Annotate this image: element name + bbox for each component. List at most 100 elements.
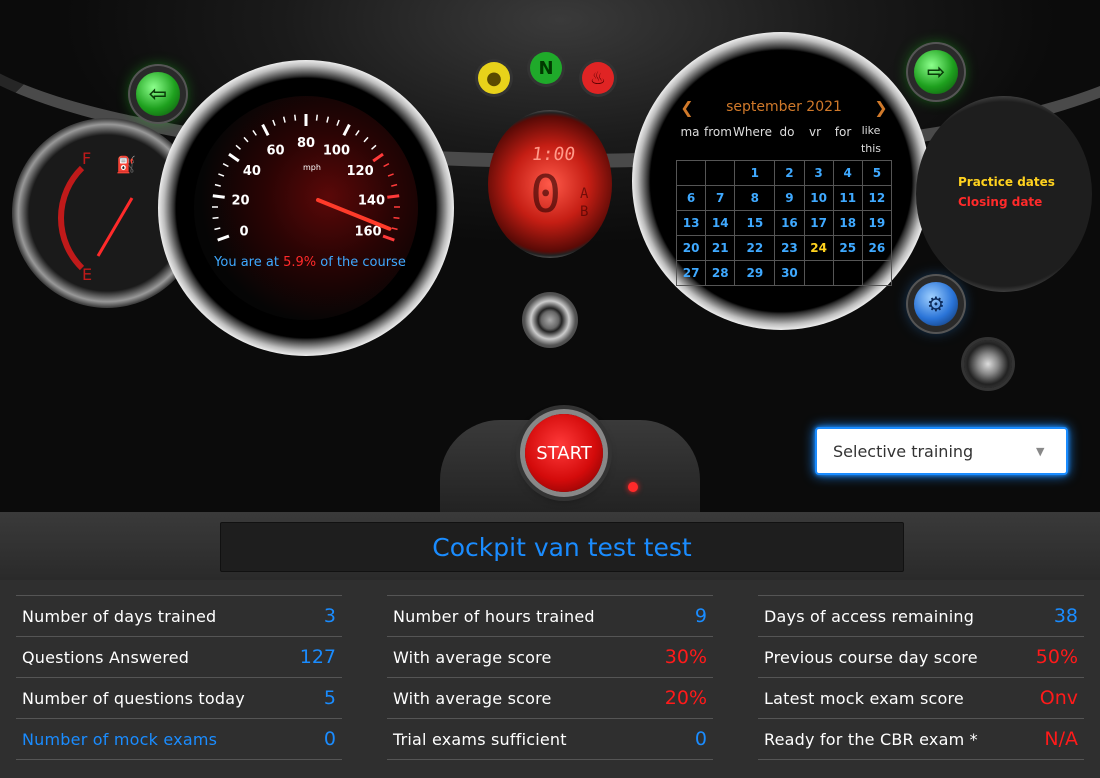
calendar-day[interactable]: 28 bbox=[705, 260, 736, 286]
stat-value: Onv bbox=[1039, 687, 1078, 709]
calendar-week: 12345 bbox=[675, 160, 893, 186]
speedometer-tick-label: 120 bbox=[346, 164, 373, 179]
calendar-day[interactable]: 7 bbox=[705, 185, 736, 211]
stat-row: Latest mock exam score Onv bbox=[758, 677, 1084, 718]
speedometer-tick bbox=[217, 234, 230, 242]
weekday-label: from bbox=[704, 125, 732, 139]
stat-value: 20% bbox=[664, 687, 707, 709]
calendar-day[interactable]: 9 bbox=[774, 185, 805, 211]
neutral-label: N bbox=[538, 57, 554, 79]
stat-row: Questions Answered 127 bbox=[16, 636, 342, 677]
training-type-value: Selective training bbox=[833, 441, 974, 461]
speedometer-tick-label: 140 bbox=[358, 193, 385, 208]
calendar-week: 6 7 8 9 10 11 12 bbox=[675, 185, 893, 211]
calendar-day[interactable]: 18 bbox=[832, 210, 863, 236]
speedometer-tick bbox=[363, 136, 369, 143]
stat-row: Previous course day score 50% bbox=[758, 636, 1084, 677]
calendar-day[interactable]: 14 bbox=[705, 210, 736, 236]
speedometer-tick bbox=[212, 194, 225, 199]
calendar-day[interactable]: 30 bbox=[774, 260, 805, 286]
speedometer-tick-label: 20 bbox=[232, 193, 250, 208]
calendar-day[interactable]: 22 bbox=[734, 235, 776, 261]
neutral-indicator-icon: N bbox=[530, 52, 562, 84]
calendar-day[interactable]: 6 bbox=[675, 185, 707, 211]
calendar-month-label: september 2021 bbox=[726, 99, 842, 115]
calendar-day[interactable]: 24 bbox=[803, 235, 834, 261]
calendar-empty-cell bbox=[861, 260, 893, 286]
calendar-day[interactable]: 17 bbox=[803, 210, 834, 236]
speedometer-face: 0 20 40 60 80 100 120 140 160 mph bbox=[194, 96, 418, 320]
speedometer-tick bbox=[393, 216, 400, 219]
speedometer-tick-label: 100 bbox=[323, 143, 350, 158]
calendar-day[interactable]: 13 bbox=[675, 210, 707, 236]
calendar-day[interactable]: 4 bbox=[832, 160, 863, 186]
weekday-label: do bbox=[779, 125, 795, 139]
calendar-day[interactable]: 16 bbox=[774, 210, 805, 236]
calendar-day[interactable]: 20 bbox=[675, 235, 707, 261]
calendar-day[interactable]: 21 bbox=[705, 235, 736, 261]
speedometer-tick bbox=[214, 227, 221, 231]
calendar-day[interactable]: 25 bbox=[832, 235, 863, 261]
svg-text:1:00: 1:00 bbox=[530, 144, 576, 165]
gear-display-lcd: 1:00 0 A B bbox=[530, 144, 589, 225]
calendar-day[interactable]: 10 bbox=[803, 185, 834, 211]
speedometer-tick bbox=[315, 114, 318, 121]
stat-value: 50% bbox=[1035, 646, 1078, 668]
start-button[interactable]: START bbox=[525, 414, 603, 492]
calendar-day[interactable]: 27 bbox=[675, 260, 707, 286]
speedometer-tick bbox=[355, 129, 360, 136]
weekday-label: like this bbox=[860, 124, 882, 155]
stat-label: With average score bbox=[393, 647, 552, 667]
back-arrow-icon[interactable]: ⇦ bbox=[136, 72, 180, 116]
oil-warning-icon: ♨ bbox=[582, 62, 614, 94]
prev-month-icon[interactable]: ❮ bbox=[676, 98, 698, 117]
stat-label: Previous course day score bbox=[764, 647, 978, 667]
speedometer-unit: mph bbox=[303, 163, 321, 172]
calendar-day[interactable]: 5 bbox=[861, 160, 893, 186]
calendar-day[interactable]: 1 bbox=[734, 160, 776, 186]
calendar-legend: Practice dates Closing date bbox=[958, 172, 1055, 212]
speedometer-tick-label: 40 bbox=[243, 164, 261, 179]
calendar-day[interactable]: 19 bbox=[861, 210, 893, 236]
svg-text:F: F bbox=[82, 149, 91, 168]
speedometer-tick-label: 0 bbox=[239, 225, 248, 240]
stat-value: 0 bbox=[694, 728, 707, 750]
calendar-day[interactable]: 12 bbox=[861, 185, 893, 211]
calendar-day[interactable]: 15 bbox=[734, 210, 776, 236]
calendar-day[interactable]: 3 bbox=[803, 160, 834, 186]
speedometer-tick bbox=[282, 116, 286, 123]
calendar-weekdays: ma from Where do vr for like this bbox=[676, 122, 892, 158]
svg-text:0: 0 bbox=[530, 165, 561, 225]
stat-label[interactable]: Number of mock exams bbox=[16, 730, 217, 749]
next-month-icon[interactable]: ❯ bbox=[870, 98, 892, 117]
svg-text:⛽: ⛽ bbox=[116, 155, 136, 174]
stat-row: Days of access remaining 38 bbox=[758, 595, 1084, 636]
stats-column-3: Days of access remaining 38 Previous cours… bbox=[758, 595, 1084, 760]
max-knob-icon bbox=[964, 340, 1012, 388]
speedometer: 0 20 40 60 80 100 120 140 160 mph bbox=[158, 60, 454, 356]
speedometer-tick-label: 60 bbox=[266, 143, 284, 158]
speedometer-tick bbox=[371, 144, 377, 150]
stat-row: Number of days trained 3 bbox=[16, 595, 342, 636]
stat-value: 3 bbox=[323, 605, 336, 627]
stat-label: Trial exams sufficient bbox=[393, 729, 567, 749]
speedometer-tick bbox=[261, 123, 270, 136]
calendar-day[interactable]: 8 bbox=[734, 185, 776, 211]
forward-arrow-icon[interactable]: ⇨ bbox=[914, 50, 958, 94]
stat-row[interactable]: Number of mock exams 0 bbox=[16, 718, 342, 760]
calendar-day[interactable]: 11 bbox=[832, 185, 863, 211]
calendar-header: ❮ september 2021 ❯ bbox=[676, 94, 892, 120]
calendar-day[interactable]: 26 bbox=[861, 235, 893, 261]
calendar-day[interactable]: 29 bbox=[734, 260, 776, 286]
training-type-select[interactable]: Selective training ▼ bbox=[815, 427, 1068, 475]
calendar-day[interactable]: 23 bbox=[774, 235, 805, 261]
stat-row: With average score 30% bbox=[387, 636, 713, 677]
calendar-day[interactable]: 2 bbox=[774, 160, 805, 186]
settings-icon[interactable]: ⚙ bbox=[914, 282, 958, 326]
stat-value: 0 bbox=[323, 728, 336, 750]
svg-text:A: A bbox=[580, 186, 589, 202]
speedometer-tick bbox=[326, 116, 330, 123]
stat-row: Ready for the CBR exam * N/A bbox=[758, 718, 1084, 760]
stats-column-2: Number of hours trained 9 With average sco… bbox=[387, 595, 713, 760]
calendar-week: 27 28 29 30 bbox=[675, 260, 893, 286]
